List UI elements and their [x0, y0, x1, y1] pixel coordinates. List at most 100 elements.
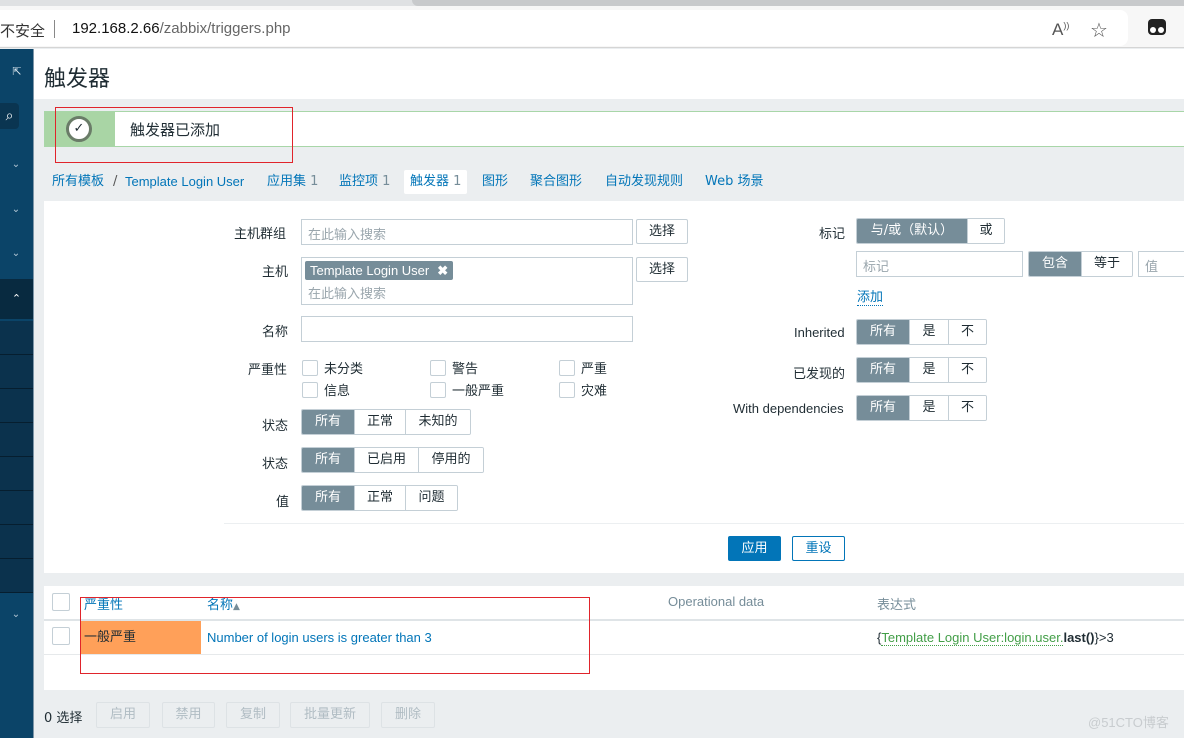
- status-option-all[interactable]: 所有: [302, 448, 354, 472]
- severity-disaster[interactable]: 灾难: [559, 380, 607, 399]
- dependencies-option-all[interactable]: 所有: [857, 396, 909, 420]
- annotation-box: [80, 597, 590, 674]
- tag-match-equals[interactable]: 等于: [1081, 252, 1132, 276]
- sidebar-subitem[interactable]: [0, 525, 33, 559]
- state-option-unknown[interactable]: 未知的: [405, 410, 470, 434]
- breadcrumb-all-templates[interactable]: 所有模板: [52, 170, 104, 194]
- tab-web-scenarios[interactable]: Web 场景: [705, 170, 763, 194]
- column-expression: 表达式: [877, 598, 917, 613]
- checkbox[interactable]: [302, 381, 318, 398]
- sidebar-subitem[interactable]: [0, 423, 33, 457]
- add-favorite-icon[interactable]: ☆: [1090, 18, 1108, 42]
- status-option-enabled[interactable]: 已启用: [354, 448, 418, 472]
- security-indicator[interactable]: 不安全: [0, 20, 45, 41]
- tag-name-input[interactable]: 标记: [856, 251, 1023, 277]
- address-input[interactable]: 不安全 192.168.2.66/zabbix/triggers.php A))…: [0, 10, 1128, 46]
- tab-discovery-rules[interactable]: 自动发现规则: [605, 170, 683, 194]
- value-option-problem[interactable]: 问题: [405, 486, 457, 510]
- severity-warning[interactable]: 警告: [430, 358, 478, 377]
- add-tag-link[interactable]: 添加: [857, 286, 884, 306]
- tab-triggers[interactable]: 触发器 1: [404, 170, 468, 194]
- sidebar-subitem[interactable]: [0, 457, 33, 491]
- tab-screens[interactable]: 聚合图形: [530, 170, 582, 194]
- browser-address-bar: 不安全 192.168.2.66/zabbix/triggers.php A))…: [0, 6, 1184, 48]
- column-operational-data: Operational data: [668, 594, 765, 609]
- expr-close: }>3: [1094, 630, 1114, 645]
- apply-button[interactable]: 应用: [728, 536, 781, 561]
- host-input[interactable]: Template Login User ✖ 在此输入搜索: [301, 257, 633, 305]
- disable-button[interactable]: 禁用: [162, 702, 215, 728]
- dependencies-option-no[interactable]: 不: [948, 396, 986, 420]
- url-host: 192.168.2.66: [72, 20, 160, 37]
- extension-icon[interactable]: [1148, 19, 1166, 35]
- value-option-all[interactable]: 所有: [302, 486, 354, 510]
- delete-button[interactable]: 删除: [381, 702, 435, 728]
- tab-label: 触发器: [410, 174, 450, 189]
- state-option-all[interactable]: 所有: [302, 410, 354, 434]
- url-text[interactable]: 192.168.2.66/zabbix/triggers.php: [72, 20, 291, 37]
- status-option-disabled[interactable]: 停用的: [418, 448, 483, 472]
- expression-item-link[interactable]: Template Login User:login.user.: [881, 630, 1064, 646]
- enable-button[interactable]: 启用: [96, 702, 150, 728]
- severity-average[interactable]: 一般严重: [430, 380, 504, 399]
- checkbox[interactable]: [302, 359, 318, 376]
- severity-high[interactable]: 严重: [559, 358, 607, 377]
- host-chip: Template Login User ✖: [305, 261, 454, 280]
- checkbox[interactable]: [559, 359, 575, 376]
- checkbox[interactable]: [430, 381, 446, 398]
- tags-operator-or[interactable]: 或: [967, 219, 1004, 243]
- value-option-ok[interactable]: 正常: [354, 486, 405, 510]
- sidebar-subitem[interactable]: [0, 559, 33, 593]
- checkbox-label: 未分类: [324, 362, 364, 377]
- tag-match-contains[interactable]: 包含: [1029, 252, 1081, 276]
- tab-graphs[interactable]: 图形: [482, 170, 508, 194]
- checkbox[interactable]: [559, 381, 575, 398]
- breadcrumb-separator: /: [113, 174, 118, 189]
- state-label: 状态: [262, 419, 289, 434]
- inherited-option-no[interactable]: 不: [948, 320, 986, 344]
- row-checkbox[interactable]: [52, 627, 70, 645]
- chevron-down-icon[interactable]: ⌄: [0, 609, 32, 620]
- state-segmented: 所有 正常 未知的: [301, 409, 471, 435]
- tag-value-input[interactable]: 值: [1138, 251, 1184, 277]
- select-all-checkbox[interactable]: [52, 593, 70, 611]
- sidebar-subitem[interactable]: [0, 321, 33, 355]
- name-input[interactable]: [301, 316, 633, 342]
- inherited-option-all[interactable]: 所有: [857, 320, 909, 344]
- mass-update-button[interactable]: 批量更新: [290, 702, 370, 728]
- host-select-button[interactable]: 选择: [636, 257, 688, 282]
- breadcrumb-host[interactable]: Template Login User: [125, 170, 244, 194]
- sidebar-subitem[interactable]: [0, 491, 33, 525]
- copy-button[interactable]: 复制: [226, 702, 280, 728]
- sidebar-subitem[interactable]: [0, 355, 33, 389]
- inherited-option-yes[interactable]: 是: [909, 320, 948, 344]
- collapse-sidebar-icon[interactable]: ⇱: [0, 65, 34, 78]
- inherited-segmented: 所有 是 不: [856, 319, 987, 345]
- tab-count: 1: [382, 174, 391, 189]
- chevron-down-icon[interactable]: ⌄: [0, 248, 32, 259]
- chevron-down-icon[interactable]: ⌄: [0, 159, 32, 170]
- severity-information[interactable]: 信息: [302, 380, 350, 399]
- search-icon[interactable]: ⌕: [0, 103, 19, 129]
- value-label: 值: [276, 495, 290, 510]
- tags-operator-and-or[interactable]: 与/或（默认）: [857, 219, 967, 243]
- severity-not-classified[interactable]: 未分类: [302, 358, 363, 377]
- dependencies-option-yes[interactable]: 是: [909, 396, 948, 420]
- discovered-option-no[interactable]: 不: [948, 358, 986, 382]
- read-aloud-icon[interactable]: A)): [1052, 20, 1069, 40]
- selected-count: 0 选择: [44, 711, 83, 726]
- host-placeholder: 在此输入搜索: [308, 287, 387, 302]
- reset-button[interactable]: 重设: [792, 536, 845, 561]
- checkbox[interactable]: [430, 359, 446, 376]
- host-group-select-button[interactable]: 选择: [636, 219, 688, 244]
- discovered-option-yes[interactable]: 是: [909, 358, 948, 382]
- discovered-option-all[interactable]: 所有: [857, 358, 909, 382]
- chevron-up-icon[interactable]: ⌃: [0, 279, 33, 319]
- tab-items[interactable]: 监控项 1: [339, 170, 390, 194]
- state-option-normal[interactable]: 正常: [354, 410, 405, 434]
- tab-applications[interactable]: 应用集 1: [267, 170, 318, 194]
- host-group-input[interactable]: 在此输入搜索: [301, 219, 633, 245]
- chevron-down-icon[interactable]: ⌄: [0, 204, 32, 215]
- sidebar-subitem[interactable]: [0, 389, 33, 423]
- remove-chip-icon[interactable]: ✖: [437, 263, 448, 278]
